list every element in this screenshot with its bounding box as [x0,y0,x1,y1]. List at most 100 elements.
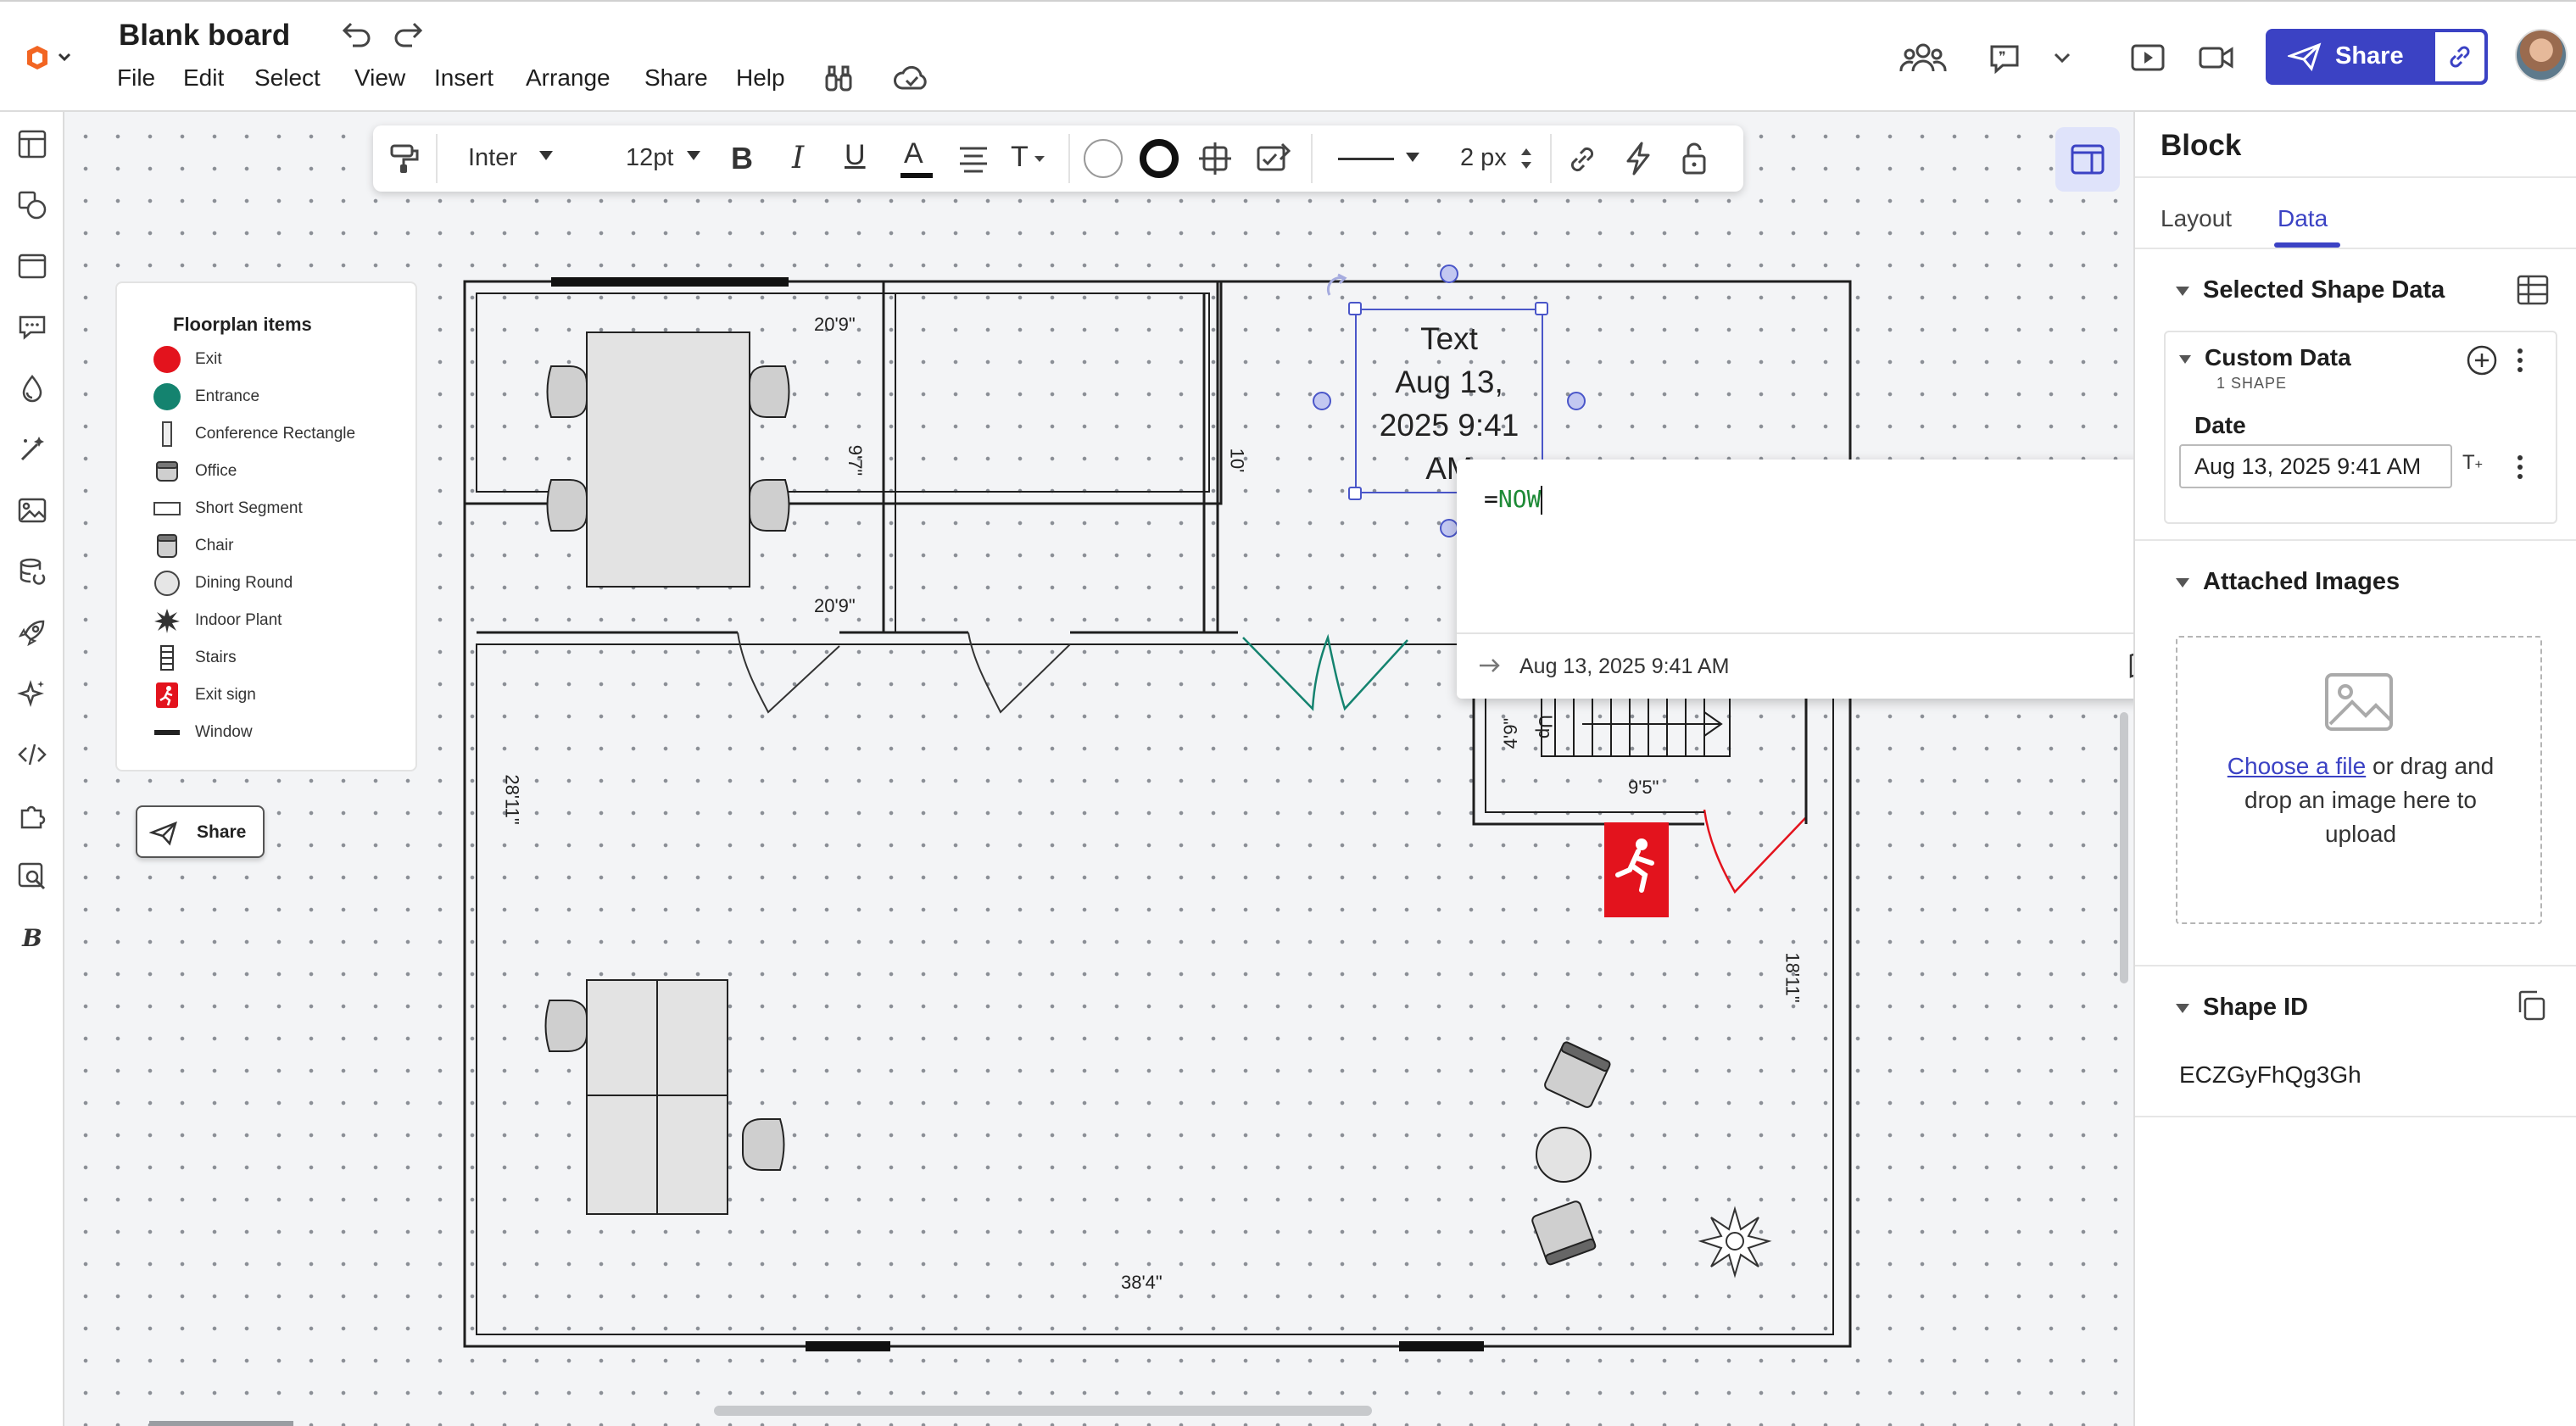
menu-arrange[interactable]: Arrange [526,64,611,92]
data-icon[interactable] [8,548,56,595]
date-field-input[interactable]: Aug 13, 2025 9:41 AM [2179,444,2452,488]
legend-item: Window [153,717,253,748]
redo-icon[interactable] [392,20,427,49]
attached-images-header[interactable]: Attached Images [2176,568,2400,596]
connection-point[interactable] [1313,392,1331,410]
inspect-icon[interactable] [8,853,56,900]
menu-select[interactable]: Select [254,64,321,92]
undo-icon[interactable] [337,20,373,49]
bold-icon[interactable]: B [731,141,753,176]
resize-handle[interactable] [1348,487,1362,500]
shape-id-header[interactable]: Shape ID [2176,994,2308,1022]
selected-shape-data-header[interactable]: Selected Shape Data [2176,276,2445,304]
image-icon[interactable] [8,487,56,534]
format-painter-icon[interactable] [387,141,422,176]
frame-icon[interactable] [8,242,56,290]
tab-data[interactable]: Data [2278,205,2328,232]
text-line: Aug 13, [1395,365,1503,399]
underline-icon[interactable]: U [845,139,866,172]
line-width-stepper-icon[interactable] [1519,144,1533,173]
connection-point[interactable] [1440,265,1458,283]
add-field-icon[interactable] [2466,344,2498,376]
menu-edit[interactable]: Edit [183,64,224,92]
magic-wand-icon[interactable] [8,426,56,473]
table-view-icon[interactable] [2515,273,2551,307]
copy-link-button[interactable] [2434,31,2486,83]
line-style-dropdown-icon[interactable] [1406,153,1419,162]
connection-point[interactable] [1567,392,1586,410]
menu-help[interactable]: Help [736,64,785,92]
templates-icon[interactable] [8,120,56,168]
vertical-scrollbar[interactable] [2120,712,2128,983]
shape-id-value[interactable]: ECZGyFhQg3Gh [2179,1061,2361,1089]
cloud-saved-icon[interactable] [892,64,931,93]
dim-label: 10' [1226,448,1248,473]
shapes-icon[interactable] [8,181,56,229]
share-button[interactable]: Share [2266,29,2488,85]
user-avatar[interactable] [2515,29,2568,81]
conditional-format-icon[interactable] [1255,141,1292,176]
italic-icon[interactable]: I [792,141,804,175]
formula-input[interactable]: =NOW [1484,485,1543,515]
lock-icon[interactable] [1679,141,1709,176]
ai-sparkle-icon[interactable] [8,670,56,717]
line-style-icon[interactable] [1338,158,1394,160]
document-title[interactable]: Blank board [119,19,290,53]
collaborators-icon[interactable] [1899,41,1947,75]
code-icon[interactable] [8,731,56,778]
video-icon[interactable] [2198,44,2235,71]
horizontal-scrollbar[interactable] [714,1406,1372,1416]
text-format-icon[interactable]: T+ [2462,451,2491,480]
resize-handle[interactable] [1535,302,1548,315]
connection-point[interactable] [1440,519,1458,538]
font-dropdown-icon[interactable] [539,151,553,160]
exit-swatch [153,346,181,373]
fill-drop-icon[interactable] [8,365,56,412]
image-dropzone[interactable]: Choose a file or drag and drop an image … [2176,636,2542,924]
brand-icon[interactable]: B [8,914,56,961]
align-icon[interactable] [956,144,990,175]
dim-label: 38'4" [1121,1272,1163,1293]
comment-tool-icon[interactable] [8,304,56,351]
choose-file-link[interactable]: Choose a file [2228,753,2366,779]
app-logo-icon[interactable] [22,41,76,75]
line-color-icon[interactable] [1140,139,1179,178]
menu-share[interactable]: Share [644,64,708,92]
comments-icon[interactable]: ❞ [1988,42,2021,75]
text-options-icon[interactable]: T [1011,141,1048,176]
resize-handle[interactable] [1348,302,1362,315]
menu-file[interactable]: File [117,64,155,92]
action-lightning-icon[interactable] [1623,141,1653,176]
canvas-share-button[interactable]: Share [136,805,265,858]
floorplan-legend[interactable]: Floorplan items Exit Entrance Conference… [115,281,417,771]
comments-dropdown-icon[interactable] [2052,49,2072,66]
floorplan-drawing[interactable] [441,254,1933,1356]
fill-color-icon[interactable] [1084,139,1123,178]
line-width-input[interactable]: 2 px [1460,144,1507,172]
custom-data-header[interactable]: Custom Data [2179,344,2351,371]
legend-item: Dining Round [153,568,293,599]
font-size-select[interactable]: 12pt [626,144,673,172]
shape-count: 1 SHAPE [2216,375,2288,392]
shape-options-icon[interactable] [1197,141,1233,176]
rotate-handle-icon[interactable] [1323,271,1353,302]
date-field-more-icon[interactable] [2513,453,2527,482]
present-icon[interactable] [2130,42,2166,73]
legend-item: Exit sign [153,680,256,710]
date-field-label: Date [2194,412,2246,438]
formula-editor-popup[interactable]: =NOW Aug 13, 2025 9:41 AM [1457,460,2171,699]
menu-insert[interactable]: Insert [434,64,493,92]
custom-data-more-icon[interactable] [2513,346,2527,375]
text-color-icon[interactable]: A [899,137,933,180]
copy-icon[interactable] [2515,989,2547,1022]
link-tool-icon[interactable] [1565,142,1599,176]
panel-toggle-button[interactable] [2055,127,2120,192]
font-family-select[interactable]: Inter [468,144,517,172]
share-button-label: Share [2335,42,2404,70]
font-size-dropdown-icon[interactable] [687,151,700,160]
integrations-icon[interactable] [8,792,56,839]
rocket-icon[interactable] [8,609,56,656]
binoculars-icon[interactable] [822,63,855,95]
tab-layout[interactable]: Layout [2161,205,2232,232]
menu-view[interactable]: View [354,64,405,92]
